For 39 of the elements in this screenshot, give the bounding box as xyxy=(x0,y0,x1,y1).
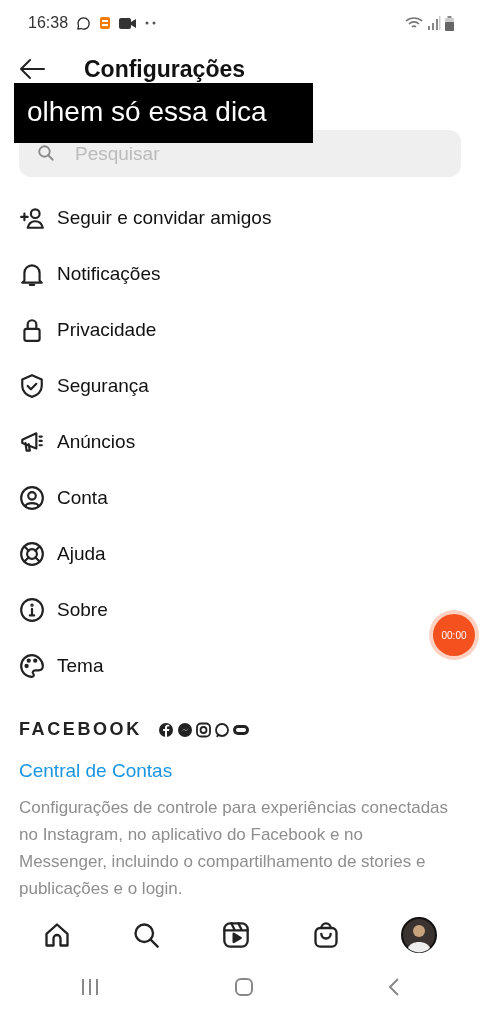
shopping-bag-icon[interactable] xyxy=(311,921,340,949)
description-text: Configurações de controle para experiências conectadas no Instagram, no aplicativo do Facebook e no Messenger, incluindo o compartilhamento de stories e publicações e o login. xyxy=(19,796,449,900)
settings-item[interactable]: Privacidade xyxy=(0,302,176,358)
settings-item[interactable]: Seguir e convidar amigos xyxy=(0,190,291,246)
home-button-icon[interactable] xyxy=(234,977,254,997)
caption-overlay: olhem só essa dica xyxy=(14,83,313,143)
settings-item[interactable]: Ajuda xyxy=(0,526,125,582)
chat-icon xyxy=(76,15,92,31)
back-arrow-icon[interactable] xyxy=(18,57,46,81)
signal-icon xyxy=(427,16,441,30)
back-icon[interactable] xyxy=(388,977,400,997)
settings-item[interactable]: Tema xyxy=(0,638,123,694)
battery-icon xyxy=(445,15,454,31)
page-title: Configurações xyxy=(84,54,246,84)
brand-label: FACEBOOK xyxy=(19,718,142,741)
wifi-icon xyxy=(405,16,423,30)
shield-icon xyxy=(19,373,45,399)
bell-icon xyxy=(19,261,45,287)
info-icon xyxy=(19,597,45,623)
settings-item[interactable]: Notificações xyxy=(0,246,180,302)
more-icon xyxy=(145,21,158,25)
app-logos-icon xyxy=(157,721,250,738)
settings-item[interactable]: Anúncios xyxy=(0,414,155,470)
settings-item[interactable]: Conta xyxy=(0,470,127,526)
reels-icon[interactable] xyxy=(222,921,250,949)
profile-icon xyxy=(19,485,45,511)
search-icon[interactable] xyxy=(132,921,161,949)
profile-avatar[interactable] xyxy=(401,917,438,953)
home-icon[interactable] xyxy=(42,921,71,949)
recent-apps-icon[interactable] xyxy=(80,978,100,996)
megaphone-icon xyxy=(19,429,45,455)
palette-icon xyxy=(19,653,45,679)
video-camera-icon xyxy=(119,16,138,30)
settings-item[interactable]: Sobre xyxy=(0,582,127,638)
status-time: 16:38 xyxy=(28,13,69,33)
settings-item[interactable]: Segurança xyxy=(0,358,168,414)
add-person-icon xyxy=(19,205,45,231)
recorder-icon xyxy=(99,16,112,30)
lifebuoy-icon xyxy=(19,541,45,567)
